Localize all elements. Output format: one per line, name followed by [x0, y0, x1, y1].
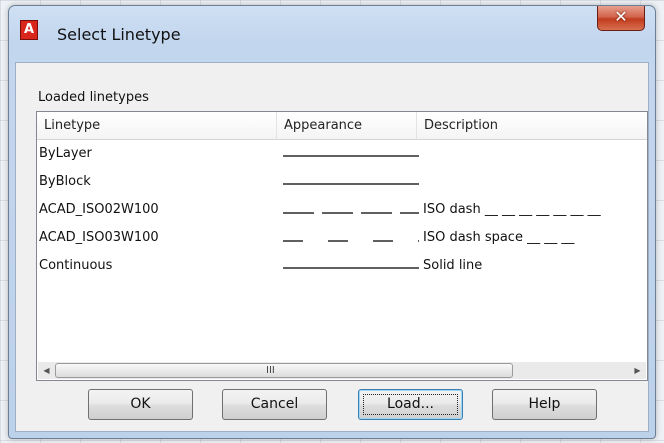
linetype-name: ByLayer	[39, 146, 92, 161]
scrollbar-thumb[interactable]: III	[55, 363, 513, 378]
scrollbar-grip-icon: III	[266, 365, 275, 376]
ok-button[interactable]: OK	[88, 389, 193, 420]
close-icon: ✕	[614, 7, 628, 26]
linetype-name: ACAD_ISO02W100	[39, 202, 159, 217]
dialog-body: Loaded linetypes Linetype Appearance Des…	[15, 62, 649, 432]
select-linetype-dialog: A Select Linetype ✕ Loaded linetypes Lin…	[8, 5, 656, 439]
scroll-left-arrow-icon[interactable]: ◀	[38, 362, 55, 379]
table-row[interactable]: ByBlock	[37, 168, 647, 196]
linetype-name: Continuous	[39, 258, 113, 273]
ok-button-label: OK	[130, 396, 151, 412]
dialog-title: Select Linetype	[57, 25, 181, 44]
load-button-label: Load...	[387, 396, 434, 412]
list-header: Linetype Appearance Description	[37, 112, 647, 140]
linetype-description: ISO dash __ __ __ __ __ __ __	[423, 202, 601, 217]
autocad-icon: A	[20, 20, 38, 40]
column-header-linetype[interactable]: Linetype	[37, 112, 277, 139]
linetype-appearance	[283, 140, 433, 168]
table-row[interactable]: Continuous Solid line	[37, 252, 647, 280]
loaded-linetypes-label: Loaded linetypes	[38, 90, 149, 105]
cancel-button[interactable]: Cancel	[222, 389, 327, 420]
table-row[interactable]: ACAD_ISO02W100 ISO dash __ __ __ __ __ _…	[37, 196, 647, 224]
linetype-description: ISO dash space __ __ __	[423, 230, 575, 245]
linetype-name: ByBlock	[39, 174, 91, 189]
table-row[interactable]: ACAD_ISO03W100 ISO dash space __ __ __	[37, 224, 647, 252]
horizontal-scrollbar[interactable]: ◀ III ▶	[38, 362, 646, 379]
help-button-label: Help	[528, 396, 561, 412]
close-button[interactable]: ✕	[597, 6, 645, 31]
help-button[interactable]: Help	[492, 389, 597, 420]
column-header-appearance[interactable]: Appearance	[277, 112, 417, 139]
load-button[interactable]: Load...	[358, 389, 463, 420]
title-bar[interactable]: A Select Linetype ✕	[9, 6, 655, 62]
linetype-appearance	[283, 196, 433, 224]
linetype-appearance	[283, 224, 433, 252]
cancel-button-label: Cancel	[250, 396, 299, 412]
scroll-right-arrow-icon[interactable]: ▶	[629, 362, 646, 379]
linetype-description: Solid line	[423, 258, 483, 273]
linetype-appearance	[283, 168, 433, 196]
linetype-name: ACAD_ISO03W100	[39, 230, 159, 245]
table-row[interactable]: ByLayer	[37, 140, 647, 168]
linetype-list[interactable]: Linetype Appearance Description ByLayer …	[36, 111, 648, 381]
linetype-appearance	[283, 252, 433, 280]
column-header-description[interactable]: Description	[417, 112, 647, 139]
